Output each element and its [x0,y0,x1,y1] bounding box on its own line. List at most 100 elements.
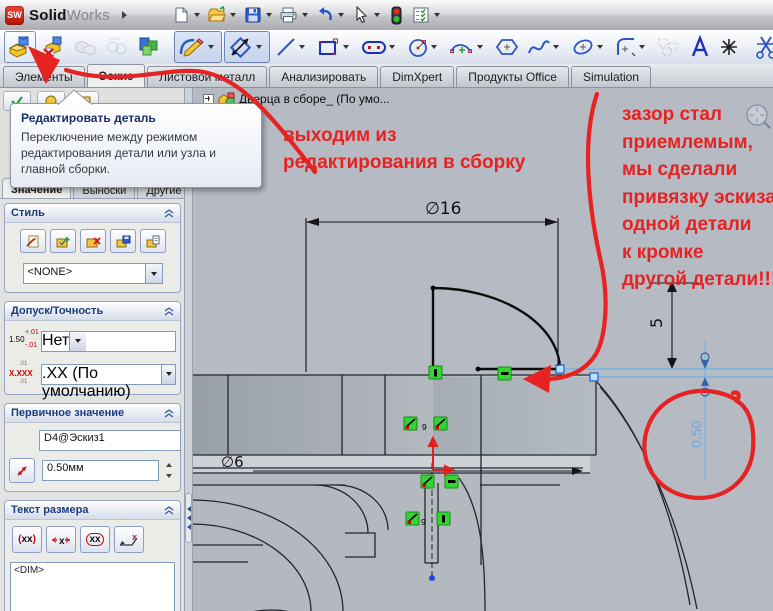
graphics-area[interactable]: 0,50 ∅16 5 ∅6 [193,88,773,611]
open-dropdown[interactable] [230,13,236,17]
rebuild-button[interactable] [385,3,409,27]
tree-item-label[interactable]: Дверца в сборе_ (По умо... [239,92,390,106]
group-tolerance-header[interactable]: Допуск/Точность [5,302,180,321]
circle-button[interactable] [404,32,444,62]
collapse-chevron-icon[interactable] [164,307,174,316]
constraint-coincident-badge[interactable] [421,475,434,488]
point-button[interactable] [716,32,742,62]
assembly-disabled-button[interactable] [70,32,100,62]
ellipse-dropdown[interactable] [597,45,603,49]
group-primary-value-header[interactable]: Первичное значение [5,404,180,423]
trim-button[interactable] [752,32,773,62]
constraint-coincident-badge[interactable] [406,512,419,525]
constraint-horizontal-badge[interactable] [445,475,458,488]
collapse-chevron-icon[interactable] [164,409,174,418]
line-button[interactable] [272,32,312,62]
options-dropdown[interactable] [434,13,440,17]
print-dropdown[interactable] [302,13,308,17]
edit-part-button[interactable] [4,31,36,63]
circle-dropdown[interactable] [431,45,437,49]
sketch-grip[interactable] [556,365,564,373]
part-faces[interactable] [193,375,596,611]
group-style-header[interactable]: Стиль [5,204,180,223]
tolerance-combobox[interactable]: Нет [41,331,176,352]
collapse-chevron-icon[interactable] [164,209,174,218]
constraint-vertical-badge[interactable] [437,512,450,525]
constraint-coincident-badge[interactable] [404,417,417,430]
dim-text-center-button[interactable]: x [46,526,76,553]
tab-sheet-metal[interactable]: Листовой металл [147,66,267,87]
assembly-transparent-disabled-button[interactable] [102,32,132,62]
spline-button[interactable] [524,32,566,62]
sketch-point[interactable] [476,367,481,372]
save-dropdown[interactable] [266,13,272,17]
dim-gap-label[interactable]: 0,50 [688,421,704,448]
style-apply-default-button[interactable] [20,229,46,253]
smart-dimension-dropdown[interactable] [256,45,262,49]
group-dimension-text-header[interactable]: Текст размера [5,501,180,520]
tab-office-products[interactable]: Продукты Office [456,66,569,87]
sketch-grip[interactable] [590,373,598,381]
spinner-up-icon[interactable] [162,460,176,471]
save-button[interactable] [241,3,265,27]
constraint-horizontal-badge[interactable] [498,367,511,380]
tab-dimxpert[interactable]: DimXpert [380,66,454,87]
dim-h5-label[interactable]: 5 [647,318,666,328]
flip-dimension-button[interactable] [9,458,35,483]
style-save-favorite-button[interactable] [110,229,136,253]
dim-text-inspection-button[interactable]: xx [80,526,110,553]
tile-windows-button[interactable] [134,32,164,62]
tab-evaluate[interactable]: Анализировать [269,66,378,87]
sketch-dropdown[interactable] [208,45,214,49]
menu-flyout-arrow-icon[interactable] [122,11,127,19]
polygon-button[interactable] [492,32,522,62]
fillet-button[interactable] [612,32,652,62]
precision-combobox[interactable]: .XX (По умолчанию) [41,364,176,385]
spinner-down-icon[interactable] [162,471,176,482]
slot-dropdown[interactable] [389,45,395,49]
tab-simulation[interactable]: Simulation [571,66,651,87]
dim-text-parentheses-button[interactable]: (xx) [12,526,42,553]
dim-d16-label[interactable]: ∅16 [425,199,461,219]
tab-elements[interactable]: Элементы [3,66,85,87]
style-load-favorite-button[interactable] [140,229,166,253]
sketch-text-button[interactable] [686,32,714,62]
dimension-text-area[interactable]: <DIM> [10,562,175,611]
rectangle-button[interactable] [314,32,356,62]
sketch-button[interactable] [174,31,222,63]
edit-part-cancel-button[interactable] [38,32,68,62]
line-dropdown[interactable] [299,45,305,49]
sketch-point[interactable] [431,286,436,291]
tab-sketch[interactable]: Эскиз [87,64,146,87]
spline-dropdown[interactable] [553,45,559,49]
print-button[interactable] [277,3,301,27]
style-combobox-arrow[interactable] [145,264,162,283]
fillet-dropdown[interactable] [639,45,645,49]
style-delete-favorite-button[interactable] [80,229,106,253]
collapse-chevron-icon[interactable] [164,506,174,515]
options-button[interactable] [409,3,433,27]
dimension-value-field[interactable]: 0.50мм [42,460,159,481]
arc-button[interactable] [446,32,490,62]
undo-button[interactable] [313,3,337,27]
sketch-canvas[interactable]: 0,50 ∅16 5 ∅6 [193,88,773,611]
style-add-favorite-button[interactable] [50,229,76,253]
smart-dimension-button[interactable] [224,31,270,63]
panel-collapse-handle[interactable] [185,493,192,543]
dim-text-leader-button[interactable]: x [114,526,144,553]
undo-dropdown[interactable] [338,13,344,17]
style-combobox[interactable]: <NONE> [23,263,163,284]
slot-button[interactable] [358,32,402,62]
dim-d6-label[interactable]: ∅6 [221,453,244,471]
tolerance-combobox-arrow[interactable] [69,332,86,351]
dimension-name-field[interactable]: D4@Эскиз1 [39,430,181,451]
precision-combobox-arrow[interactable] [161,365,175,384]
arc-dropdown[interactable] [477,45,483,49]
new-document-dropdown[interactable] [194,13,200,17]
ellipse-button[interactable] [568,32,610,62]
constraint-coincident-badge[interactable] [434,417,447,430]
select-dropdown[interactable] [374,13,380,17]
new-document-button[interactable] [169,3,193,27]
open-button[interactable] [205,3,229,27]
linear-pattern-disabled-button[interactable] [654,32,684,62]
